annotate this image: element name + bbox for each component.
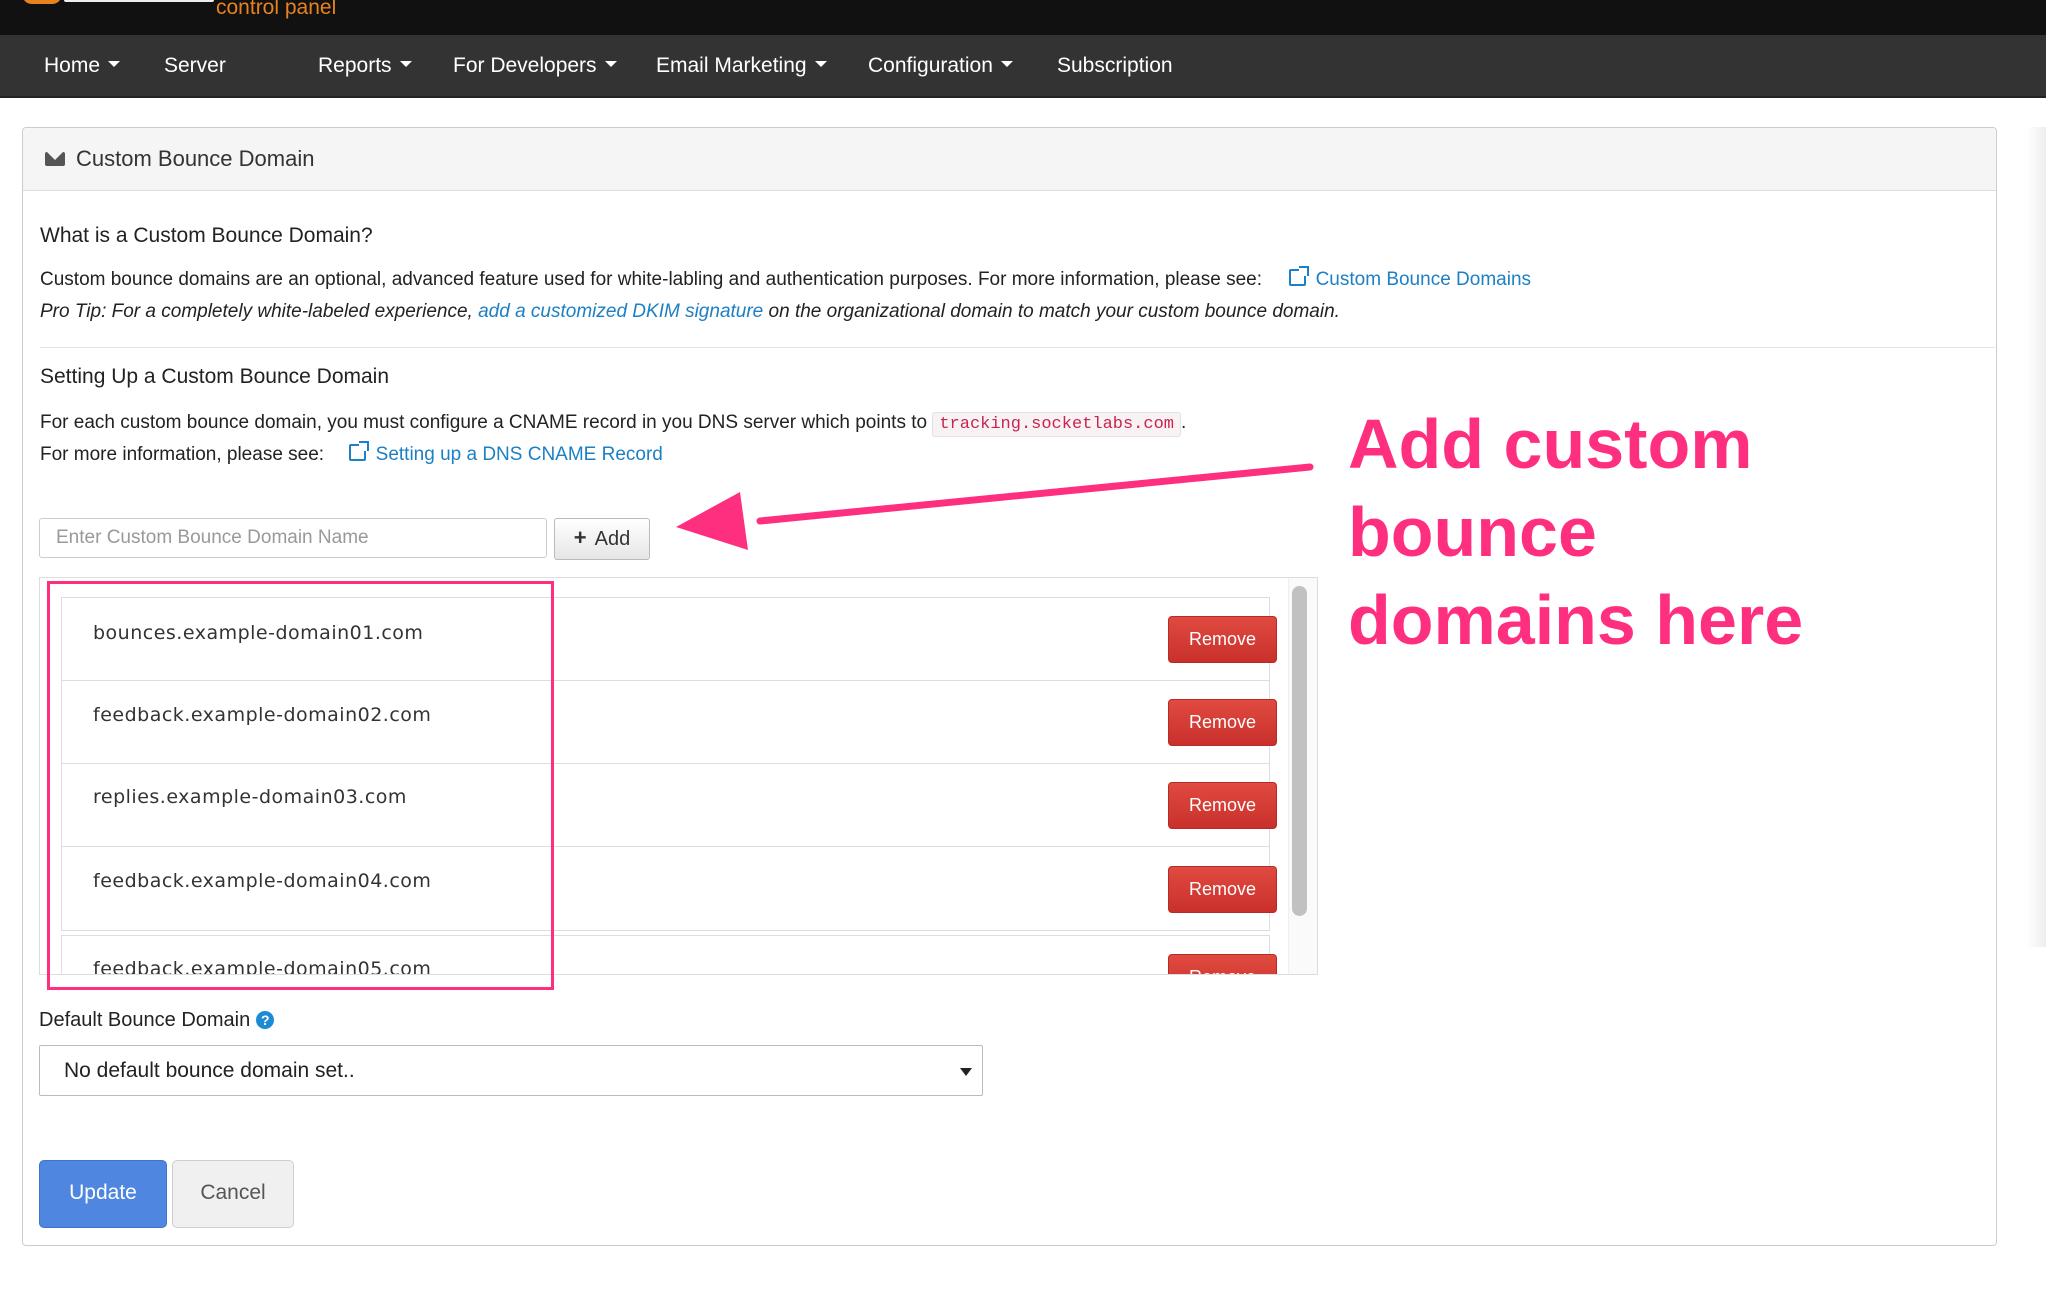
what-text-line: Custom bounce domains are an optional, a… (40, 266, 1532, 291)
domain-name: bounces.example-domain01.com (93, 622, 424, 644)
list-scrollbar-thumb[interactable] (1292, 586, 1307, 916)
external-link-icon (1288, 266, 1309, 286)
remove-domain-button[interactable]: Remove (1168, 616, 1277, 663)
domain-name: feedback.example-domain02.com (93, 704, 432, 726)
annotation-callout: Add custom bounce domains here (1348, 405, 1804, 659)
domain-row: replies.example-domain03.com Remove (61, 763, 1277, 848)
nav-for-developers[interactable]: For Developers (453, 35, 617, 96)
domain-name: feedback.example-domain05.com (93, 958, 432, 975)
nav-reports[interactable]: Reports (318, 35, 412, 96)
brand-logo (64, 0, 214, 2)
nav-configuration-label: Configuration (868, 54, 993, 77)
nav-subscription[interactable]: Subscription (1057, 35, 1173, 96)
custom-bounce-domains-link-label: Custom Bounce Domains (1315, 269, 1532, 290)
more-info-text: For more information, please see: (40, 444, 325, 465)
default-domain-label-line: Default Bounce Domain? (39, 1009, 275, 1032)
nav-home[interactable]: Home (44, 35, 121, 96)
nav-for-developers-label: For Developers (453, 54, 597, 77)
nav-reports-label: Reports (318, 54, 392, 77)
plus-icon: + (573, 525, 587, 550)
nav-home-label: Home (44, 54, 101, 77)
domain-name: replies.example-domain03.com (93, 786, 407, 808)
setup-text-line: For each custom bounce domain, you must … (40, 412, 1187, 437)
what-heading: What is a Custom Bounce Domain? (40, 224, 373, 247)
domain-name: feedback.example-domain04.com (93, 870, 432, 892)
panel-title: Custom Bounce Domain (76, 146, 315, 171)
remove-domain-button[interactable]: Remove (1168, 954, 1277, 974)
more-info-line: For more information, please see: Settin… (40, 441, 663, 466)
nav-subscription-label: Subscription (1057, 54, 1173, 77)
domain-row: feedback.example-domain05.com Remove (61, 935, 1277, 975)
setup-period: . (1180, 412, 1187, 433)
dns-cname-record-link-label: Setting up a DNS CNAME Record (375, 444, 663, 465)
external-link-icon (348, 441, 369, 461)
default-domain-select[interactable]: No default bounce domain set.. (39, 1045, 983, 1096)
add-button-label: Add (594, 528, 631, 550)
update-button[interactable]: Update (39, 1160, 167, 1228)
nav-email-marketing-label: Email Marketing (656, 54, 807, 77)
domain-row: feedback.example-domain02.com Remove (61, 680, 1277, 765)
default-domain-label: Default Bounce Domain (39, 1009, 251, 1031)
brand-logo-icon (22, 0, 62, 4)
pro-tip-line: Pro Tip: For a completely white-labeled … (40, 301, 1340, 323)
main-nav: Home Server Reports For Developers Email… (0, 35, 2046, 98)
panel-heading: Custom Bounce Domain (23, 128, 1996, 191)
remove-domain-button[interactable]: Remove (1168, 782, 1277, 829)
caret-down-icon (814, 61, 827, 68)
nav-server-label: Server (164, 54, 226, 77)
cancel-button[interactable]: Cancel (172, 1160, 294, 1228)
default-domain-selected: No default bounce domain set.. (64, 1059, 355, 1082)
pro-tip-suffix: on the organizational domain to match yo… (768, 301, 1340, 322)
envelope-icon (45, 152, 65, 166)
what-text: Custom bounce domains are an optional, a… (40, 269, 1263, 290)
dkim-signature-link[interactable]: add a customized DKIM signature (478, 301, 763, 322)
brand-subtitle: control panel (216, 0, 337, 19)
remove-domain-button[interactable]: Remove (1168, 866, 1277, 913)
caret-down-icon (399, 61, 412, 68)
domain-row: feedback.example-domain04.com Remove (61, 846, 1277, 931)
domain-row: bounces.example-domain01.com Remove (61, 597, 1277, 682)
domain-list[interactable]: bounces.example-domain01.com Remove feed… (39, 577, 1318, 975)
setup-heading: Setting Up a Custom Bounce Domain (40, 365, 390, 388)
pro-tip-prefix: Pro Tip: For a completely white-labeled … (40, 301, 473, 322)
caret-down-icon (960, 1068, 972, 1076)
add-domain-button[interactable]: + Add (554, 518, 650, 560)
remove-domain-button[interactable]: Remove (1168, 699, 1277, 746)
caret-down-icon (108, 61, 121, 68)
cname-target-code: tracking.socketlabs.com (932, 412, 1181, 437)
nav-email-marketing[interactable]: Email Marketing (656, 35, 827, 96)
nav-server[interactable]: Server (164, 35, 226, 96)
caret-down-icon (604, 61, 617, 68)
caret-down-icon (1000, 61, 1013, 68)
page-edge-shadow (2026, 127, 2046, 947)
top-bar: control panel (0, 0, 2046, 35)
nav-configuration[interactable]: Configuration (868, 35, 1013, 96)
dns-cname-record-link[interactable]: Setting up a DNS CNAME Record (348, 441, 663, 465)
help-icon[interactable]: ? (256, 1011, 275, 1029)
custom-bounce-domains-link[interactable]: Custom Bounce Domains (1288, 266, 1532, 290)
custom-bounce-domain-input[interactable]: Enter Custom Bounce Domain Name (39, 518, 547, 558)
divider (40, 347, 1995, 348)
setup-text: For each custom bounce domain, you must … (40, 412, 928, 433)
